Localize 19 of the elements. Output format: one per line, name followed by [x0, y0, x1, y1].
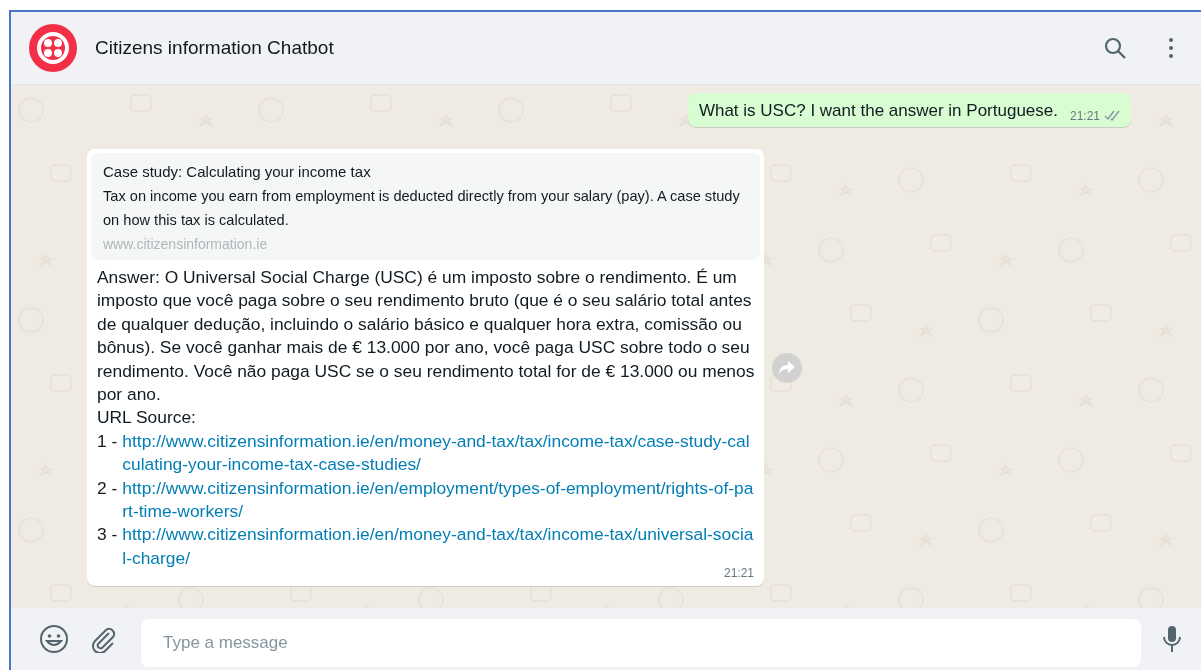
preview-title: Case study: Calculating your income tax: [103, 163, 372, 180]
emoji-icon[interactable]: [39, 624, 69, 654]
source-number: 1 -: [97, 429, 118, 453]
source-number: 2 -: [97, 476, 118, 500]
message-input[interactable]: Type a message: [141, 619, 1141, 667]
preview-domain: www.citizensinformation.ie: [103, 236, 269, 252]
message-time: 21:21: [1069, 109, 1100, 123]
logo-icon: [29, 24, 77, 72]
message-text: What is USC? I want the answer in Portuguese.: [698, 101, 1058, 121]
chat-title: Citizens information Chatbot: [95, 37, 335, 59]
preview-description: Tax on income you earn from employment is deducted directly from your salary (pay). A case study on how this tax is calculated.: [103, 187, 741, 230]
message-text: Answer: O Universal Social Charge (USC) é um imposto sobre o rendimento. É um imposto que você paga sobre o seu rendimento bruto (que é o seu salário total antes de qualquer dedução, incluindo o salário básico e qualquer hora extra, comissão ou bônus). Se você ganhar mais de € 13.000 por ano, você paga USC sobre todo o seu rendimento. Você não paga USC se o seu rendimento total for de € 13.000 ou menos por ano.: [97, 266, 756, 407]
sources-label: URL Source:: [97, 406, 197, 430]
message-time: 21:21: [722, 566, 755, 581]
microphone-icon[interactable]: [1161, 624, 1183, 654]
paperclip-icon[interactable]: [89, 625, 117, 653]
source-number: 3 -: [97, 523, 118, 547]
search-icon[interactable]: [1103, 36, 1127, 60]
link-preview[interactable]: Case study: Calculating your income tax Tax on income you earn from employment is deducted directly from your salary (pay). A case study on how this tax is calculated. www.citizensinformation.ie: [91, 153, 760, 260]
